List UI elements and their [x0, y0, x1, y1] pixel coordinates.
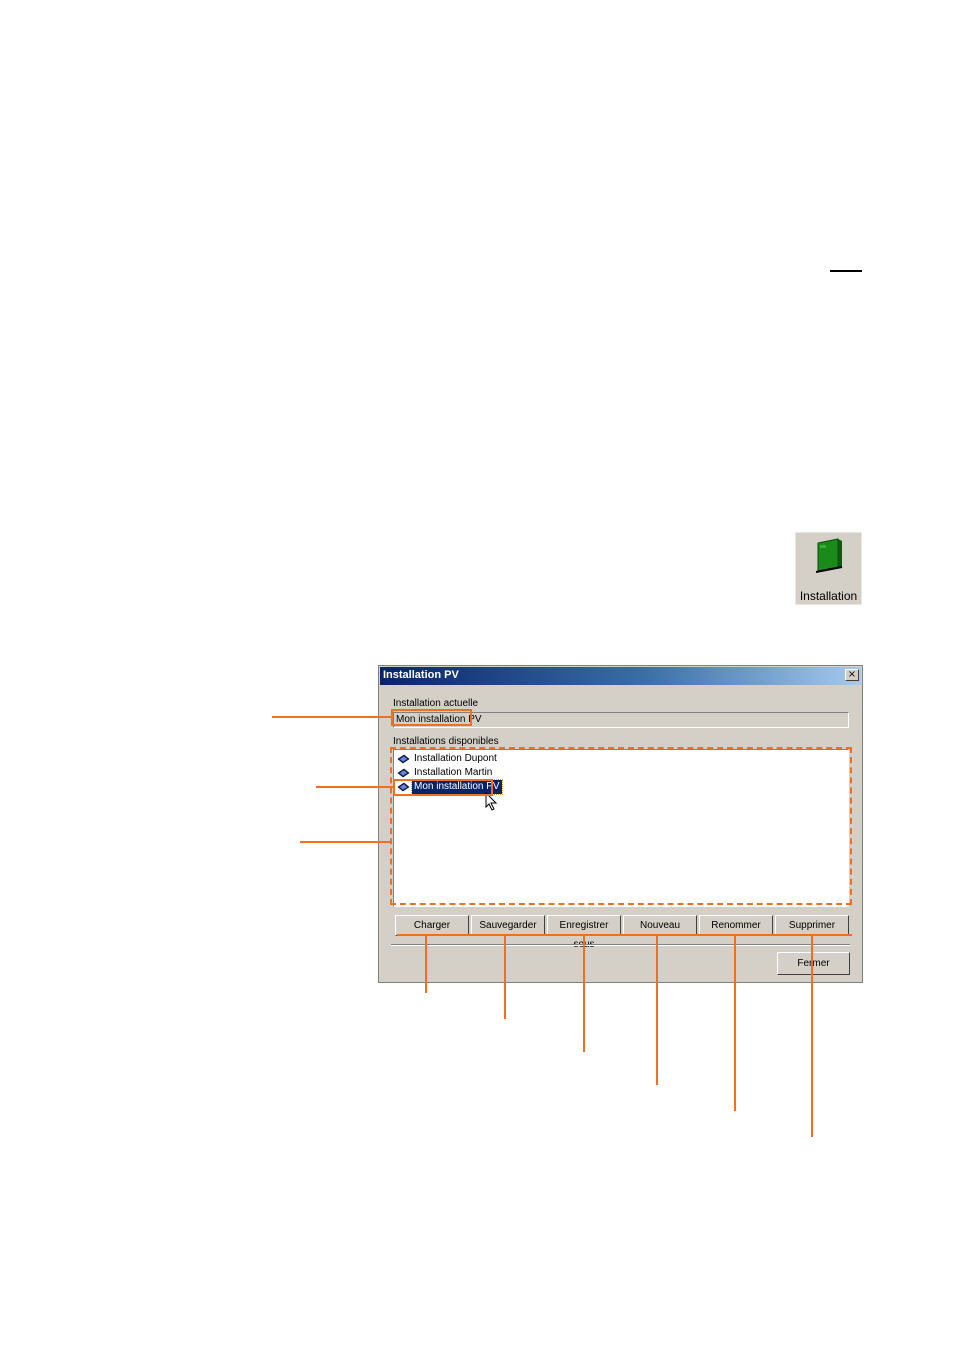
load-button[interactable]: Charger	[395, 915, 469, 936]
annotation-leader-save	[504, 935, 506, 1019]
annotation-buttons-underline	[397, 934, 852, 936]
title-bar[interactable]: Installation PV ×	[380, 667, 861, 685]
annotation-box-current	[391, 709, 472, 726]
annotation-leader-save-as	[583, 935, 585, 1052]
annotation-leader-current	[272, 716, 392, 718]
top-rule	[830, 270, 862, 272]
annotation-leader-rename	[734, 935, 736, 1111]
save-button[interactable]: Sauvegarder	[471, 915, 545, 936]
close-icon[interactable]: ×	[845, 669, 859, 681]
dialog-title: Installation PV	[383, 669, 459, 681]
installation-label: Installation	[799, 589, 858, 603]
save-as-button[interactable]: Enregistrer sous	[547, 915, 621, 950]
green-folder-icon	[816, 538, 843, 573]
annotation-box-list	[390, 747, 852, 905]
annotation-leader-new	[656, 935, 658, 1085]
annotation-leader-list	[300, 841, 391, 843]
close-button[interactable]: Fermer	[777, 952, 850, 975]
delete-button[interactable]: Supprimer	[775, 915, 849, 936]
new-button[interactable]: Nouveau	[623, 915, 697, 936]
annotation-leader-item	[316, 786, 394, 788]
available-installations-label: Installations disponibles	[393, 736, 499, 747]
installation-toolbar-button[interactable]: Installation	[795, 532, 862, 605]
annotation-leader-load	[425, 935, 427, 993]
rename-button[interactable]: Renommer	[699, 915, 773, 936]
separator	[391, 944, 850, 946]
annotation-leader-delete	[811, 935, 813, 1137]
current-installation-label: Installation actuelle	[393, 698, 479, 709]
